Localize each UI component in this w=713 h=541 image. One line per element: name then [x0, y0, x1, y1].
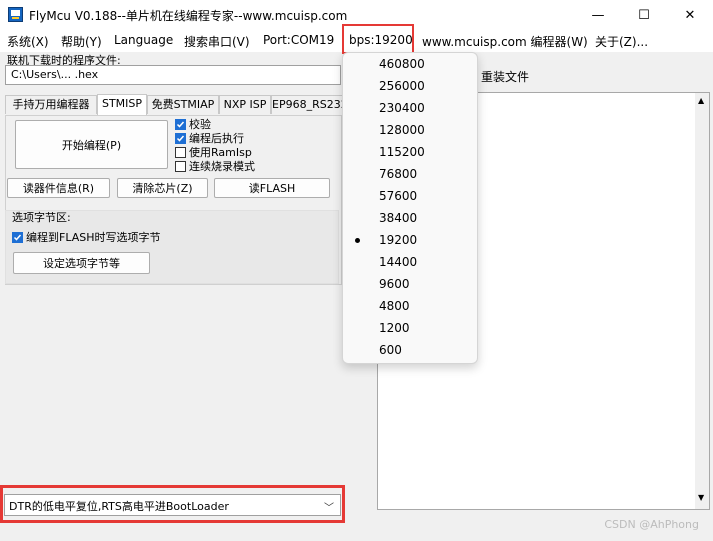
continuous-burn-checkbox[interactable]: 连续烧录模式: [175, 159, 335, 173]
start-programming-button[interactable]: 开始编程(P): [15, 120, 168, 169]
bps-option[interactable]: 115200: [343, 141, 477, 163]
verify-checkbox[interactable]: 校验: [175, 117, 335, 131]
selected-dot-icon: [355, 238, 360, 243]
bps-option[interactable]: 128000: [343, 119, 477, 141]
scroll-up-icon[interactable]: ▲: [698, 96, 704, 105]
tab-nxp-isp[interactable]: NXP ISP: [219, 95, 271, 114]
bps-option[interactable]: 460800: [343, 53, 477, 75]
bps-highlight-box: [342, 24, 414, 54]
bps-option[interactable]: 57600: [343, 185, 477, 207]
bps-dropdown-menu: 460800 256000 230400 128000 115200 76800…: [342, 52, 478, 364]
program-file-path[interactable]: C:\Users\... .hex: [5, 65, 341, 85]
boot-mode-select[interactable]: DTR的低电平复位,RTS高电平进BootLoader ﹀: [4, 494, 341, 516]
bps-option[interactable]: 4800: [343, 295, 477, 317]
tab-ep968[interactable]: EP968_RS232: [271, 95, 343, 114]
check-icon: [175, 118, 186, 130]
bps-option[interactable]: 230400: [343, 97, 477, 119]
menu-port[interactable]: Port:COM19: [263, 33, 334, 47]
read-device-info-button[interactable]: 读器件信息(R): [7, 178, 110, 198]
watermark: CSDN @AhPhong: [604, 518, 699, 531]
minimize-button[interactable]: —: [575, 0, 621, 30]
bps-option[interactable]: 256000: [343, 75, 477, 97]
erase-chip-button[interactable]: 清除芯片(Z): [117, 178, 208, 198]
tab-free-stmiap[interactable]: 免费STMIAP: [147, 95, 219, 114]
boot-mode-value: DTR的低电平复位,RTS高电平进BootLoader: [9, 500, 229, 513]
bps-option[interactable]: 600: [343, 339, 477, 361]
close-button[interactable]: ✕: [667, 0, 713, 30]
check-icon: [175, 132, 186, 144]
bps-option[interactable]: 38400: [343, 207, 477, 229]
bps-option[interactable]: 9600: [343, 273, 477, 295]
reload-file-button[interactable]: 重装文件: [481, 68, 529, 85]
bps-option[interactable]: 76800: [343, 163, 477, 185]
menu-search-port[interactable]: 搜索串口(V): [184, 33, 250, 50]
tab-stmisp[interactable]: STMISP: [97, 94, 147, 115]
bps-option[interactable]: 1200: [343, 317, 477, 339]
options-checklist: 校验 编程后执行 使用RamIsp 连续烧录模式: [175, 117, 335, 173]
menu-language[interactable]: Language: [114, 33, 173, 47]
menu-programmer[interactable]: www.mcuisp.com 编程器(W): [422, 33, 588, 50]
menu-help[interactable]: 帮助(Y): [61, 33, 102, 50]
set-option-bytes-button[interactable]: 设定选项字节等: [13, 252, 150, 274]
write-option-bytes-checkbox[interactable]: 编程到FLASH时写选项字节: [12, 230, 161, 244]
tab-handheld[interactable]: 手持万用编程器: [5, 95, 97, 114]
chevron-down-icon: ﹀: [324, 503, 334, 514]
use-ramisp-checkbox[interactable]: 使用RamIsp: [175, 145, 335, 159]
run-after-program-checkbox[interactable]: 编程后执行: [175, 131, 335, 145]
option-bytes-label: 选项字节区:: [12, 211, 71, 224]
app-icon: [8, 7, 23, 22]
window-title: FlyMcu V0.188--单片机在线编程专家--www.mcuisp.com: [29, 9, 348, 23]
bps-option-selected[interactable]: 19200: [343, 229, 477, 251]
scroll-down-icon[interactable]: ▼: [698, 493, 704, 502]
read-flash-button[interactable]: 读FLASH: [214, 178, 330, 198]
menu-system[interactable]: 系统(X): [7, 33, 49, 50]
bps-option[interactable]: 14400: [343, 251, 477, 273]
log-scrollbar[interactable]: ▲ ▼: [695, 93, 709, 509]
menu-about[interactable]: 关于(Z)...: [595, 33, 648, 50]
maximize-button[interactable]: ☐: [621, 0, 667, 30]
check-icon: [12, 231, 23, 243]
